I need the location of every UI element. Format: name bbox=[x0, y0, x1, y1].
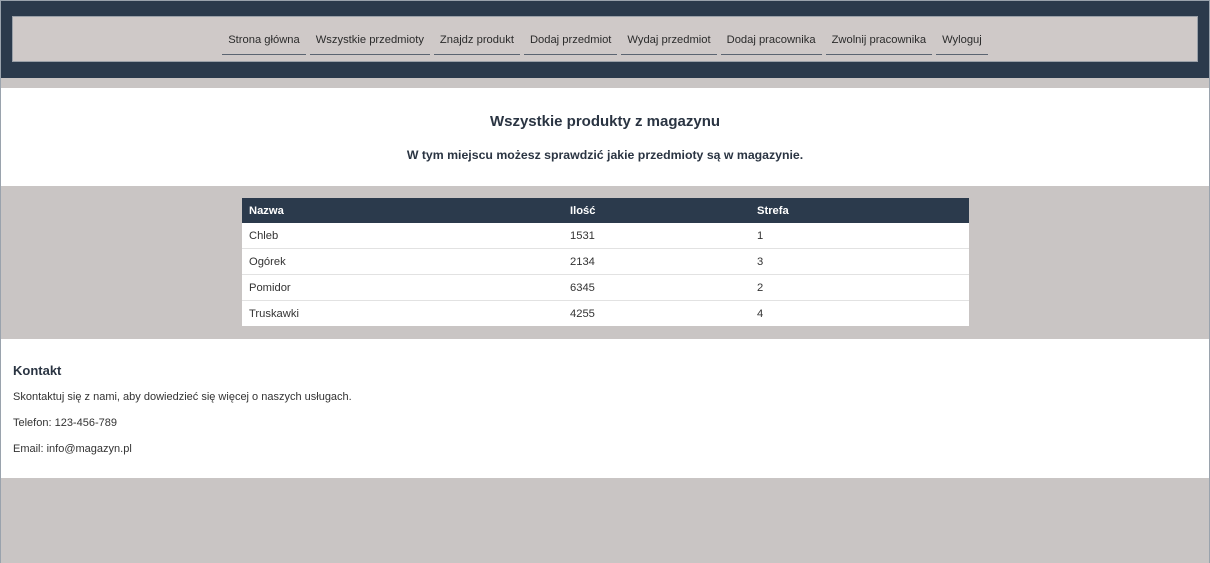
products-table: Nazwa Ilość Strefa Chleb 1531 1 Ogórek 2… bbox=[242, 198, 969, 326]
nav-item-find-product[interactable]: Znajdz produkt bbox=[433, 34, 520, 55]
page: Strona główna Wszystkie przedmioty Znajd… bbox=[0, 0, 1210, 563]
cell-quantity: 4255 bbox=[570, 307, 595, 320]
table-header-row: Nazwa Ilość Strefa bbox=[242, 198, 969, 223]
nav-item-home[interactable]: Strona główna bbox=[222, 34, 306, 55]
table-row: Chleb 1531 1 bbox=[242, 223, 969, 249]
nav-bar: Strona główna Wszystkie przedmioty Znajd… bbox=[12, 16, 1198, 62]
cell-zone: 4 bbox=[757, 307, 764, 320]
hero-section: Wszystkie produkty z magazynu W tym miej… bbox=[1, 88, 1209, 186]
cell-quantity: 6345 bbox=[563, 274, 750, 301]
nav-item-logout[interactable]: Wyloguj bbox=[936, 34, 988, 55]
cell-name: Truskawki bbox=[249, 307, 299, 320]
products-table-container: Nazwa Ilość Strefa Chleb 1531 1 Ogórek 2… bbox=[242, 198, 969, 326]
cell-name: Pomidor bbox=[242, 274, 563, 301]
contact-section: Kontakt Skontaktuj się z nami, aby dowie… bbox=[1, 339, 1209, 478]
nav-menu: Strona główna Wszystkie przedmioty Znajd… bbox=[13, 17, 1197, 61]
contact-title: Kontakt bbox=[13, 363, 62, 378]
cell-zone: 3 bbox=[750, 248, 969, 275]
table-row: Pomidor 6345 2 bbox=[242, 274, 969, 301]
table-row: Ogórek 2134 3 bbox=[242, 248, 969, 275]
table-row: Truskawki 4255 4 bbox=[242, 301, 969, 327]
header: Strona główna Wszystkie przedmioty Znajd… bbox=[1, 1, 1209, 78]
column-header-zone: Strefa bbox=[750, 198, 969, 223]
cell-zone: 1 bbox=[750, 223, 969, 249]
cell-name: Ogórek bbox=[242, 248, 563, 275]
nav-item-all-items[interactable]: Wszystkie przedmioty bbox=[309, 34, 430, 55]
cell-quantity: 1531 bbox=[563, 223, 750, 249]
column-header-quantity: Ilość bbox=[563, 198, 750, 223]
cell-quantity: 2134 bbox=[563, 248, 750, 275]
cell-zone: 2 bbox=[750, 274, 969, 301]
nav-item-add-employee[interactable]: Dodaj pracownika bbox=[720, 34, 822, 55]
table-header: Nazwa Ilość Strefa bbox=[242, 198, 969, 223]
page-title: Wszystkie produkty z magazynu bbox=[489, 113, 721, 130]
contact-text: Skontaktuj się z nami, aby dowiedzieć si… bbox=[13, 391, 352, 403]
column-header-name: Nazwa bbox=[242, 198, 563, 223]
contact-phone: Telefon: 123-456-789 bbox=[13, 417, 117, 429]
table-body: Chleb 1531 1 Ogórek 2134 3 Pomidor 6345 … bbox=[242, 223, 969, 326]
page-subtitle: W tym miejscu możesz sprawdzić jakie prz… bbox=[406, 148, 804, 162]
nav-item-fire-employee[interactable]: Zwolnij pracownika bbox=[825, 34, 933, 55]
cell-name: Chleb bbox=[242, 223, 563, 249]
contact-email: Email: info@magazyn.pl bbox=[13, 443, 132, 455]
nav-item-issue-item[interactable]: Wydaj przedmiot bbox=[621, 34, 717, 55]
nav-item-add-item[interactable]: Dodaj przedmiot bbox=[523, 34, 618, 55]
